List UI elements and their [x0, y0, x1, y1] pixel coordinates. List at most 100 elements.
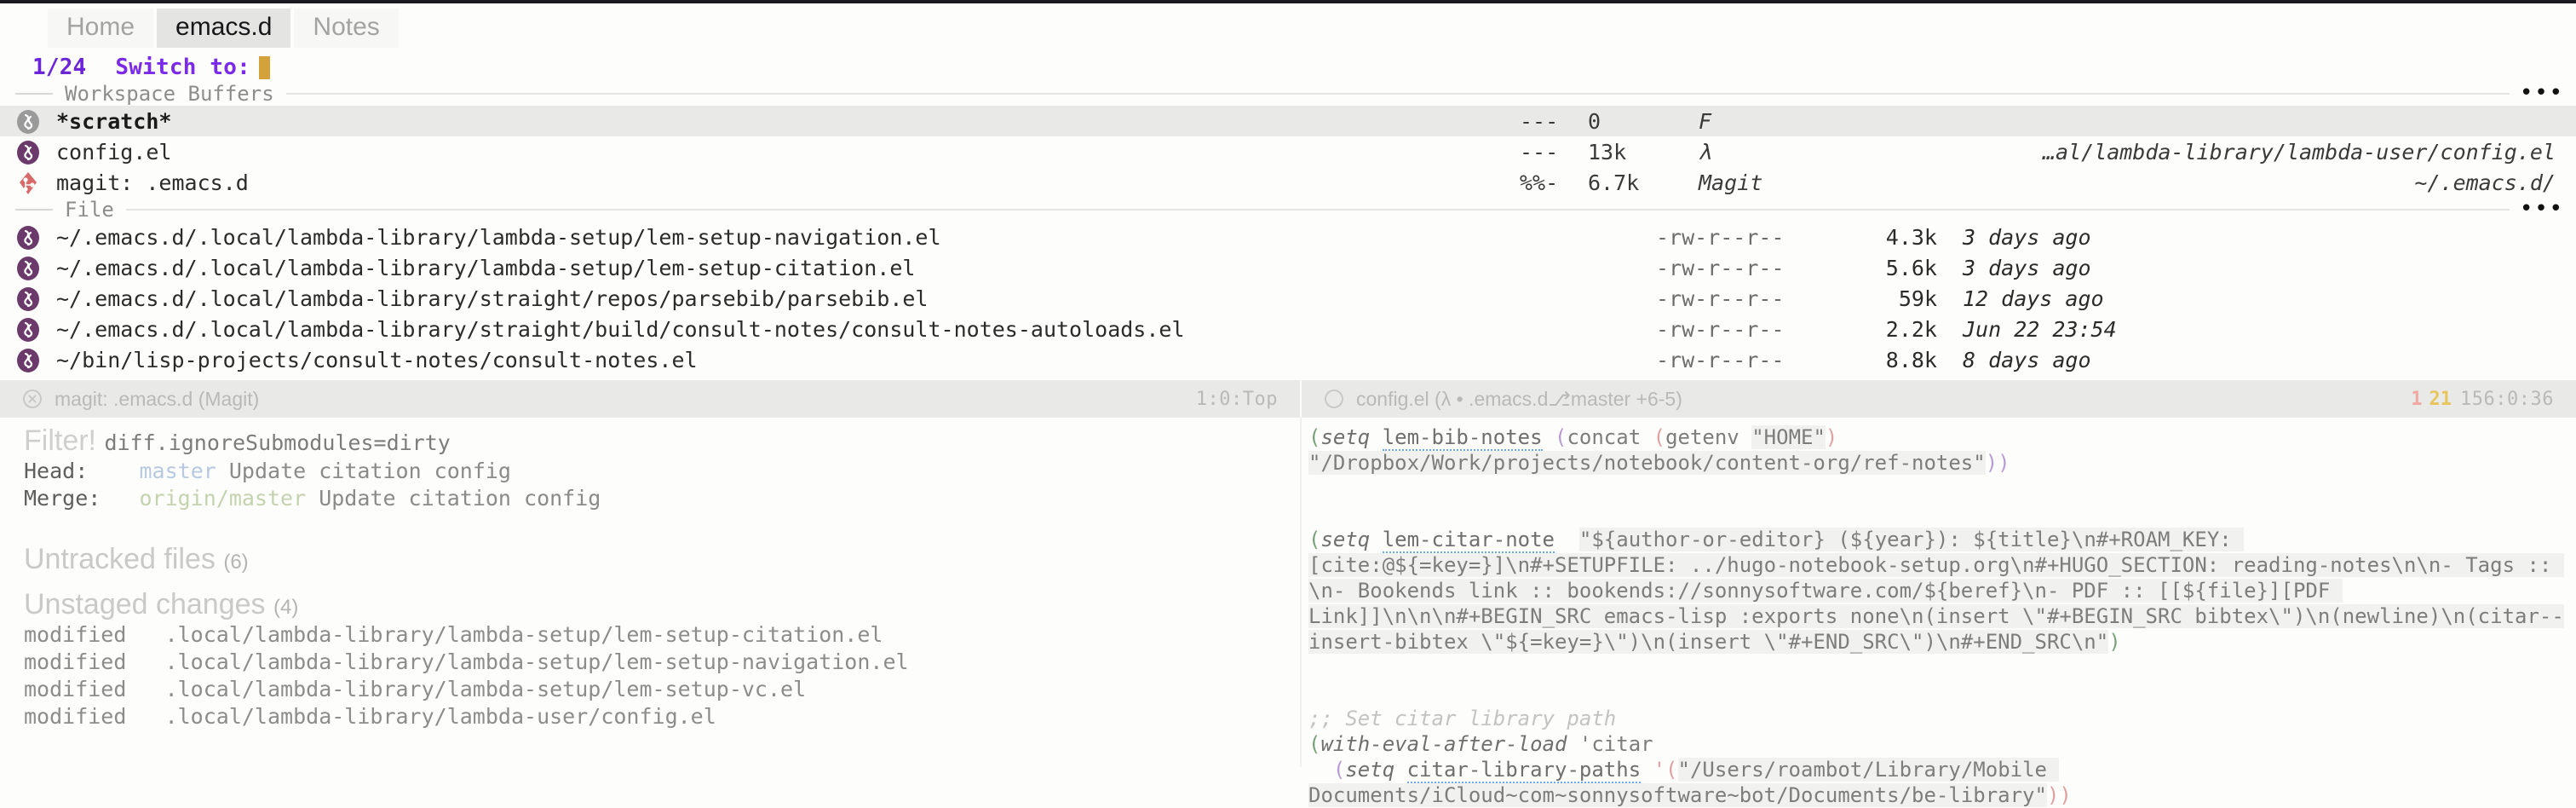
elisp-icon: [15, 348, 46, 372]
magit-section-unstaged[interactable]: Unstaged changes (4): [24, 588, 1300, 621]
candidate-row-file[interactable]: ~/.emacs.d/.local/lambda-library/straigh…: [0, 314, 2576, 344]
quote-paren: '(: [1653, 758, 1678, 782]
magit-filter-value: diff.ignoreSubmodules=dirty: [104, 430, 451, 455]
buffer-major-mode: λ: [1699, 139, 1712, 164]
warning-count-badge[interactable]: 21: [2429, 389, 2452, 410]
buffer-name: config.el: [56, 139, 172, 164]
group-header-file: File •••: [0, 198, 2576, 222]
tab-notes[interactable]: Notes: [294, 9, 399, 48]
setq-keyword: setq: [1320, 528, 1371, 551]
file-status: modified: [24, 622, 127, 647]
tab-emacs-d[interactable]: emacs.d: [157, 9, 291, 48]
code-line-setq-citar-library-paths[interactable]: (setq citar-library-paths '("/Users/roam…: [1308, 757, 2576, 808]
file-path: ~/.emacs.d/.local/lambda-library/straigh…: [56, 286, 929, 311]
file-path: ~/.emacs.d/.local/lambda-library/lambda-…: [56, 255, 916, 280]
file-path: .local/lambda-library/lambda-setup/lem-s…: [164, 677, 807, 701]
paren-close: )): [2046, 783, 2072, 807]
buffer-size: 0: [1588, 108, 1601, 134]
file-size: 2.2k: [1885, 316, 1937, 342]
file-permissions: -rw-r--r--: [1656, 316, 1785, 342]
buffer-modified-flag: %%-: [1520, 170, 1559, 195]
prompt-label: Switch to:: [115, 55, 250, 80]
elisp-icon: [15, 140, 46, 164]
tab-home[interactable]: Home: [48, 9, 154, 48]
magit-file-row[interactable]: modified .local/lambda-library/lambda-se…: [24, 676, 1300, 703]
setq-keyword: setq: [1320, 425, 1371, 449]
group-header-workspace-buffers: Workspace Buffers •••: [0, 82, 2576, 106]
file-path: .local/lambda-library/lambda-setup/lem-s…: [164, 622, 883, 647]
buffer-size: 13k: [1588, 139, 1627, 164]
magit-file-row[interactable]: modified .local/lambda-library/lambda-se…: [24, 621, 1300, 649]
quoted-citar: 'citar: [1578, 732, 1653, 756]
file-permissions: -rw-r--r--: [1656, 224, 1785, 250]
file-size: 5.6k: [1885, 255, 1937, 280]
string-ref-notes-path: "/Dropbox/Work/projects/notebook/content…: [1308, 451, 1986, 475]
candidate-row-file[interactable]: ~/.emacs.d/.local/lambda-library/lambda-…: [0, 252, 2576, 283]
magit-file-row[interactable]: modified .local/lambda-library/lambda-se…: [24, 649, 1300, 676]
emacs-frame: Home emacs.d Notes 1/24 Switch to: Works…: [0, 0, 2576, 808]
file-status: modified: [24, 649, 127, 674]
code-line-setq-citar-note[interactable]: (setq lem-citar-note "${author-or-editor…: [1308, 527, 2576, 655]
group-rule-right: [125, 209, 2510, 211]
candidate-row-config-el[interactable]: config.el --- 13k λ …al/lambda-library/l…: [0, 136, 2576, 167]
paren-open: (: [1555, 425, 1567, 449]
buffer-path: …al/lambda-library/lambda-user/config.el: [2042, 139, 2556, 164]
config-el-buffer[interactable]: (setq lem-bib-notes (concat (getenv "HOM…: [1302, 418, 2576, 807]
paren-close: ): [1825, 425, 1838, 449]
buffer-name: *scratch*: [56, 108, 172, 134]
modeline-left: magit: .emacs.d (Magit) 1:0:Top: [0, 380, 1302, 418]
paren-open: (: [1308, 425, 1321, 449]
group-rule-left: [15, 93, 53, 95]
section-count: (6): [223, 551, 249, 574]
modeline-right: config.el (λ • .emacs.d⎇master +6-5) 1 2…: [1302, 380, 2576, 418]
group-rule-left: [15, 209, 53, 211]
symbol-lem-citar-note: lem-citar-note: [1382, 528, 1555, 553]
candidate-row-magit[interactable]: magit: .emacs.d %%- 6.7k Magit ~/.emacs.…: [0, 167, 2576, 198]
code-line-with-eval-after-load[interactable]: (with-eval-after-load 'citar: [1308, 731, 2576, 757]
file-path: .local/lambda-library/lambda-setup/lem-s…: [164, 649, 909, 674]
magit-head-branch: master: [139, 459, 216, 483]
file-status: modified: [24, 704, 127, 729]
magit-filter-line: Filter! diff.ignoreSubmodules=dirty: [24, 424, 1300, 458]
buffer-modified-flag: ---: [1520, 108, 1559, 134]
magit-section-untracked[interactable]: Untracked files (6): [24, 543, 1300, 576]
candidate-row-file[interactable]: ~/bin/lisp-projects/consult-notes/consul…: [0, 344, 2576, 375]
elisp-icon: [15, 317, 46, 342]
buffer-path: ~/.emacs.d/: [2414, 170, 2556, 195]
magit-merge-label: Merge:: [24, 486, 101, 511]
error-count-badge[interactable]: 1: [2411, 389, 2422, 410]
file-size: 8.8k: [1885, 347, 1937, 372]
overflow-ellipsis-icon[interactable]: •••: [2520, 83, 2564, 104]
magit-file-row[interactable]: modified .local/lambda-library/lambda-us…: [24, 703, 1300, 730]
magit-merge-message: Update citation config: [319, 486, 601, 511]
magit-gap: [24, 576, 1300, 588]
getenv-fn: getenv: [1665, 425, 1739, 449]
code-line-ref-notes-path[interactable]: "/Dropbox/Work/projects/notebook/content…: [1308, 450, 2576, 476]
group-title: File: [65, 198, 114, 222]
setq-keyword: setq: [1345, 758, 1395, 782]
file-permissions: -rw-r--r--: [1656, 347, 1785, 372]
file-modified-date: Jun 22 23:54: [1963, 316, 2117, 342]
concat-fn: concat: [1567, 425, 1642, 449]
magit-merge-line[interactable]: Merge: origin/master Update citation con…: [24, 485, 1300, 512]
elisp-icon: [15, 256, 46, 280]
buffer-name: magit: .emacs.d: [56, 170, 249, 195]
code-comment-citar-library-path: ;; Set citar library path: [1308, 707, 1617, 730]
magit-merge-branch: origin/master: [139, 486, 307, 511]
magit-buffer[interactable]: Filter! diff.ignoreSubmodules=dirty Head…: [0, 418, 1302, 767]
modeline-buffer-name: magit: .emacs.d (Magit): [55, 387, 260, 410]
file-modified-date: 3 days ago: [1963, 224, 2091, 250]
candidate-row-file[interactable]: ~/.emacs.d/.local/lambda-library/lambda-…: [0, 222, 2576, 252]
circle-icon: [1324, 389, 1344, 409]
window-panes: Filter! diff.ignoreSubmodules=dirty Head…: [0, 418, 2576, 807]
magit-filter-label: Filter!: [24, 424, 96, 457]
magit-gap: [24, 512, 1300, 543]
magit-head-line[interactable]: Head: master Update citation config: [24, 458, 1300, 485]
paren-close: ): [2108, 630, 2121, 654]
overflow-ellipsis-icon[interactable]: •••: [2520, 199, 2564, 220]
code-line-setq-bib-notes[interactable]: (setq lem-bib-notes (concat (getenv "HOM…: [1308, 424, 2576, 451]
candidate-row-file[interactable]: ~/.emacs.d/.local/lambda-library/straigh…: [0, 283, 2576, 314]
candidate-row-scratch[interactable]: *scratch* --- 0 F: [0, 106, 2576, 136]
